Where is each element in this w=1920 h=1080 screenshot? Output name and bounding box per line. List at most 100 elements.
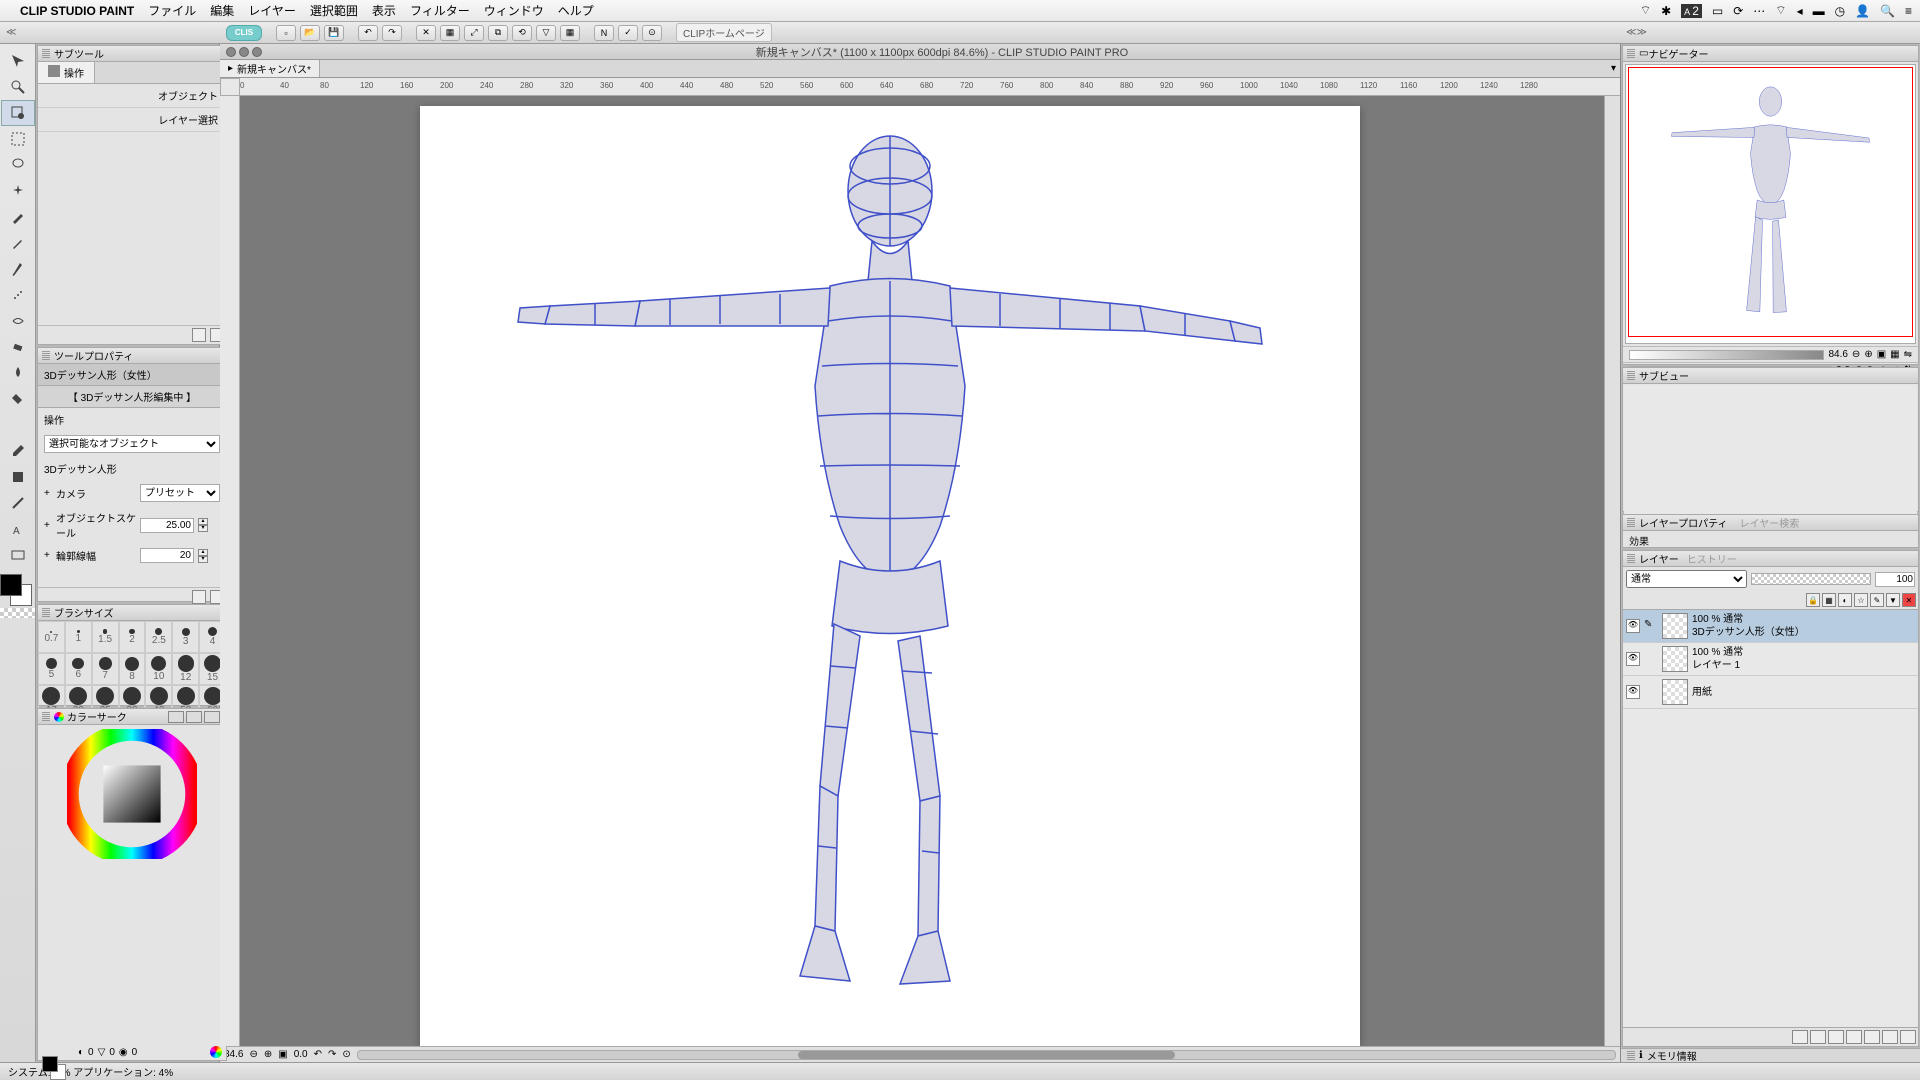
brush-size-5[interactable]: 5 xyxy=(38,653,65,685)
flip-button[interactable]: ▽ xyxy=(536,25,556,41)
preset-select[interactable]: プリセット xyxy=(140,484,220,502)
brush-size-1.5[interactable]: 1.5 xyxy=(92,621,119,653)
homepage-link[interactable]: CLIPホームページ xyxy=(676,23,772,42)
save-button[interactable]: 💾 xyxy=(324,25,344,41)
clock-icon[interactable]: ◷ xyxy=(1835,4,1845,18)
tool-gradient[interactable] xyxy=(1,412,35,438)
brush-header[interactable]: ブラシサイズ xyxy=(38,605,226,621)
snap-button[interactable]: N xyxy=(594,25,614,41)
adobe-icon[interactable]: A 2 xyxy=(1681,4,1702,18)
tool-airbrush[interactable] xyxy=(1,282,35,308)
nav-zoomout-icon[interactable]: ⊖ xyxy=(1852,349,1860,360)
fit-icon[interactable]: ▣ xyxy=(278,1049,287,1060)
subview-header[interactable]: サブビュー xyxy=(1623,368,1918,384)
brush-size-12[interactable]: 12 xyxy=(172,653,199,685)
trash-icon[interactable] xyxy=(1900,1030,1916,1044)
clip-icon[interactable]: ▼ xyxy=(1886,593,1900,607)
tool-blend[interactable] xyxy=(1,360,35,386)
tool-eraser[interactable] xyxy=(1,334,35,360)
scale-spinner[interactable]: ▴▾ xyxy=(198,518,208,532)
nav-zoomin-icon[interactable]: ⊕ xyxy=(1864,349,1872,360)
edit-target[interactable] xyxy=(1644,685,1658,699)
fg-color[interactable] xyxy=(0,574,22,596)
merge-icon[interactable] xyxy=(1846,1030,1862,1044)
fill-button[interactable]: ▦ xyxy=(440,25,460,41)
tool-wand[interactable] xyxy=(1,178,35,204)
user-icon[interactable]: 👤 xyxy=(1855,4,1870,18)
brush-size-3[interactable]: 3 xyxy=(172,621,199,653)
collapse-left-icon[interactable]: ≪ xyxy=(6,27,16,38)
subtool-menu-icon[interactable] xyxy=(192,328,206,342)
tool-operation[interactable] xyxy=(1,100,35,126)
undo-button[interactable]: ↶ xyxy=(358,25,378,41)
brush-size-7[interactable]: 7 xyxy=(92,653,119,685)
outline-value[interactable]: 20 xyxy=(140,548,194,563)
rotate-button[interactable]: ⟲ xyxy=(512,25,532,41)
grid-button[interactable]: ▦ xyxy=(560,25,580,41)
mask-apply-icon[interactable] xyxy=(1882,1030,1898,1044)
toolprop-header[interactable]: ツールプロパティ xyxy=(38,348,226,364)
subview-area[interactable] xyxy=(1624,385,1917,515)
visibility-icon[interactable]: 👁 xyxy=(1626,685,1640,699)
new-button[interactable]: ▫ xyxy=(276,25,296,41)
prop-reset-icon[interactable] xyxy=(192,590,206,604)
nav-flip-icon[interactable]: ⇋ xyxy=(1904,349,1912,360)
layer-search-tab[interactable]: レイヤー検索 xyxy=(1740,515,1800,530)
tool-decoration[interactable] xyxy=(1,308,35,334)
transfer-icon[interactable] xyxy=(1828,1030,1844,1044)
volume-icon[interactable]: ◂ xyxy=(1797,4,1803,18)
subtool-tab-operation[interactable]: 操作 xyxy=(38,62,95,83)
nav-100-icon[interactable]: ▦ xyxy=(1890,349,1899,360)
menu-edit[interactable]: 編集 xyxy=(210,2,234,19)
draft-icon[interactable]: ✎ xyxy=(1870,593,1884,607)
subtool-item-object[interactable]: オブジェクト xyxy=(38,84,226,108)
layer-row[interactable]: 👁用紙 xyxy=(1623,676,1918,709)
open-button[interactable]: 📂 xyxy=(300,25,320,41)
brush-size-10[interactable]: 10 xyxy=(145,653,172,685)
color-tab2[interactable] xyxy=(186,711,202,723)
nav-preview[interactable] xyxy=(1625,64,1916,344)
visibility-icon[interactable]: 👁 xyxy=(1626,619,1640,633)
zoom-in-icon[interactable]: ⊕ xyxy=(264,1049,272,1060)
menu-help[interactable]: ヘルプ xyxy=(558,2,594,19)
color-mode-icon[interactable] xyxy=(210,1046,222,1058)
color-tab1[interactable] xyxy=(168,711,184,723)
collapse-right-icon[interactable]: ≪≫ xyxy=(1626,27,1647,38)
tool-line[interactable] xyxy=(1,490,35,516)
search-icon[interactable]: 🔍 xyxy=(1880,4,1895,18)
clip-logo[interactable]: CLIS xyxy=(226,25,262,41)
tool-pen[interactable] xyxy=(1,204,35,230)
lock-alpha-icon[interactable]: ◐ xyxy=(1838,593,1852,607)
ref-layer-icon[interactable]: ☆ xyxy=(1854,593,1868,607)
mask-icon[interactable]: ✕ xyxy=(1902,593,1916,607)
tool-brush[interactable] xyxy=(1,256,35,282)
edit-target[interactable]: ✎ xyxy=(1644,619,1658,633)
rot-cw-icon[interactable]: ↷ xyxy=(328,1049,336,1060)
scale-button[interactable]: ⤢ xyxy=(464,25,484,41)
tool-frame[interactable] xyxy=(1,542,35,568)
menu-file[interactable]: ファイル xyxy=(148,2,196,19)
history-tab[interactable]: ヒストリー xyxy=(1687,551,1737,566)
tool-text[interactable]: A xyxy=(1,516,35,542)
brush-size-1[interactable]: 1 xyxy=(65,621,92,653)
brush-size-2[interactable]: 2 xyxy=(119,621,146,653)
brush-size-6[interactable]: 6 xyxy=(65,653,92,685)
blend-mode-select[interactable]: 通常 xyxy=(1626,570,1747,588)
subtool-header[interactable]: サブツール xyxy=(38,46,226,62)
menu-layer[interactable]: レイヤー xyxy=(248,2,296,19)
menu-window[interactable]: ウィンドウ xyxy=(484,2,544,19)
tool-correct[interactable] xyxy=(1,464,35,490)
tool-pencil[interactable] xyxy=(1,230,35,256)
brush-size-8[interactable]: 8 xyxy=(119,653,146,685)
scale-value[interactable]: 25.00 xyxy=(140,518,194,533)
special-button[interactable]: ⊙ xyxy=(642,25,662,41)
color-swatch[interactable] xyxy=(0,574,32,608)
brush-size-2.5[interactable]: 2.5 xyxy=(145,621,172,653)
crop-button[interactable]: ⧉ xyxy=(488,25,508,41)
rot-reset-icon[interactable]: ⊙ xyxy=(342,1049,350,1060)
layerprop-header[interactable]: レイヤープロパティレイヤー検索 xyxy=(1623,515,1918,531)
tool-eyedropper[interactable] xyxy=(1,438,35,464)
tab-menu-icon[interactable]: ▾ xyxy=(1611,63,1616,74)
nav-fit-icon[interactable]: ▣ xyxy=(1877,349,1886,360)
app-switcher-icon[interactable]: ✱ xyxy=(1661,4,1671,18)
